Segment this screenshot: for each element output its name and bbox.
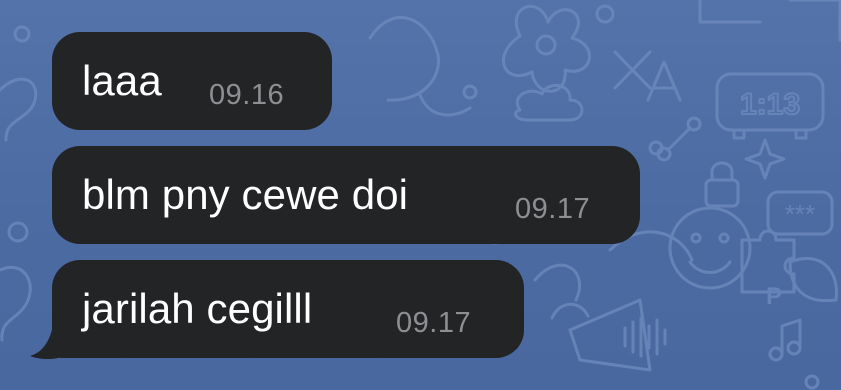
wallpaper-smiley-icon bbox=[668, 206, 752, 290]
message-text: blm pny cewe doi bbox=[82, 171, 409, 218]
wallpaper-clock-text: 1:13 bbox=[740, 88, 800, 121]
wallpaper-lock-icon bbox=[704, 161, 740, 208]
wallpaper-megaphone-icon bbox=[550, 298, 652, 372]
wallpaper-password-icon: *** bbox=[766, 190, 834, 236]
message-timestamp: 09.17 bbox=[396, 307, 472, 339]
wallpaper-translate-icon: A bbox=[613, 50, 682, 102]
wallpaper-flower-icon bbox=[502, 4, 591, 93]
message-bubble[interactable]: laaa 09.16 bbox=[52, 32, 332, 130]
message-text: jarilah cegilll bbox=[82, 285, 313, 332]
message-text: laaa bbox=[82, 57, 162, 104]
wallpaper-frame-icon bbox=[698, 0, 841, 42]
wallpaper-leaf-icon bbox=[788, 256, 838, 303]
message-timestamp: 09.16 bbox=[209, 79, 285, 111]
wallpaper-clock-icon: 1:13 bbox=[715, 72, 825, 140]
wallpaper-music-note-icon bbox=[768, 318, 802, 362]
wallpaper-password-text: *** bbox=[785, 199, 815, 229]
wallpaper-whale-icon bbox=[368, 16, 472, 117]
wallpaper-bone-icon bbox=[656, 116, 702, 162]
wallpaper-sparkle-icon bbox=[744, 138, 786, 180]
message-timestamp: 09.17 bbox=[515, 193, 591, 225]
message-bubble[interactable]: jarilah cegilll 09.17 bbox=[52, 260, 524, 358]
message-bubble[interactable]: blm pny cewe doi 09.17 bbox=[52, 146, 640, 244]
wallpaper-letter-p: P bbox=[766, 283, 782, 310]
wallpaper-letter-p-icon: P bbox=[766, 283, 782, 310]
